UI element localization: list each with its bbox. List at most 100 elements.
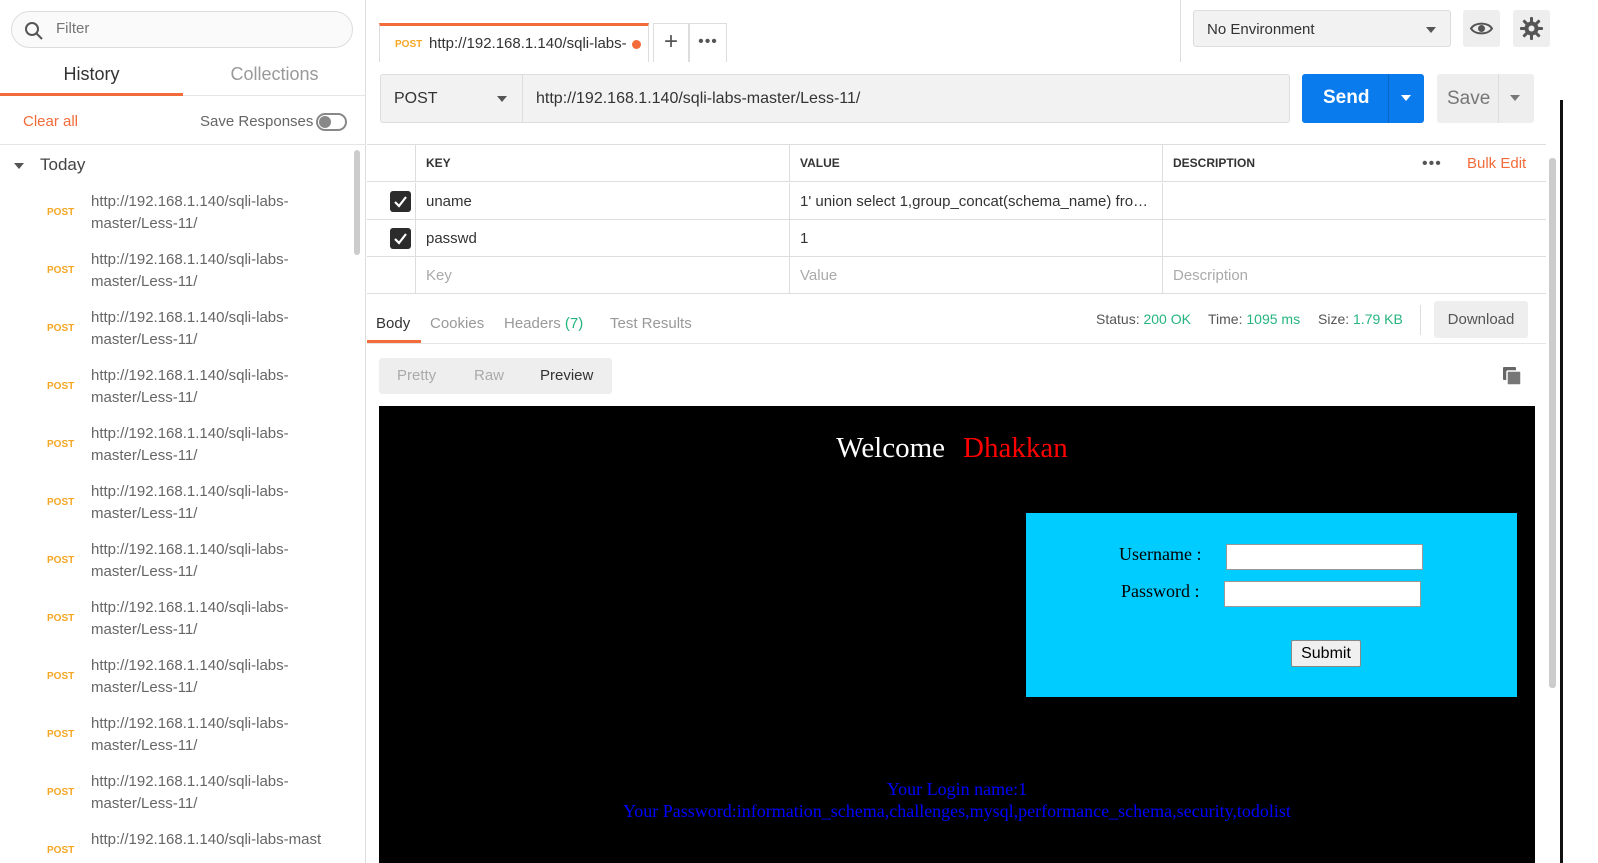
window-edge <box>1560 100 1563 863</box>
response-view-toggle: Pretty Raw Preview <box>379 358 612 394</box>
divider <box>1420 305 1421 335</box>
tab-collections[interactable]: Collections <box>183 64 366 85</box>
chevron-down-icon[interactable] <box>1401 95 1411 101</box>
row-checkbox[interactable] <box>390 191 411 212</box>
history-item[interactable]: POST http://192.168.1.140/sqli-labs-maste… <box>0 304 352 362</box>
save-label: Save <box>1447 88 1491 109</box>
status-info: Status: 200 OK <box>1096 311 1191 327</box>
history-url: http://192.168.1.140/sqli-labs-master/Le… <box>91 309 289 348</box>
param-description[interactable] <box>1162 220 1546 257</box>
history-item[interactable]: POST http://192.168.1.140/sqli-labs-maste… <box>0 188 352 246</box>
view-raw[interactable]: Raw <box>474 367 504 384</box>
param-description[interactable] <box>1162 183 1546 220</box>
filter-box[interactable] <box>11 11 353 48</box>
environment-quick-look-button[interactable] <box>1463 10 1500 47</box>
save-button[interactable]: Save <box>1437 74 1534 123</box>
new-tab-button[interactable]: + <box>653 23 689 62</box>
sidebar: History Collections Clear all Save Respo… <box>0 0 366 863</box>
more-icon[interactable]: ••• <box>1422 145 1442 182</box>
tab-test-results[interactable]: Test Results <box>610 315 692 332</box>
send-label: Send <box>1323 87 1370 108</box>
manage-environments-button[interactable] <box>1513 10 1550 47</box>
method-badge: POST <box>47 555 75 566</box>
size-label: Size: <box>1318 311 1350 327</box>
history-item[interactable]: POST http://192.168.1.140/sqli-labs-maste… <box>0 246 352 304</box>
password-field[interactable] <box>1224 581 1421 607</box>
password-label: Password : <box>1121 581 1200 601</box>
url-input[interactable]: http://192.168.1.140/sqli-labs-master/Le… <box>522 74 1290 123</box>
tab-method-badge: POST <box>395 39 423 50</box>
param-value[interactable]: 1 <box>789 220 1162 257</box>
row-checkbox[interactable] <box>390 228 411 249</box>
search-icon <box>25 22 43 40</box>
login-form: Username : Password : Submit <box>1026 513 1517 697</box>
history-item[interactable]: POST http://192.168.1.140/sqli-labs-maste… <box>0 594 352 652</box>
param-value[interactable]: 1' union select 1,group_concat(schema_na… <box>789 183 1162 220</box>
history-item[interactable]: POST http://192.168.1.140/sqli-labs-maste… <box>0 768 352 826</box>
description-placeholder[interactable]: Description <box>1162 257 1546 294</box>
view-preview[interactable]: Preview <box>540 367 593 384</box>
value-placeholder[interactable]: Value <box>789 257 1162 294</box>
method-badge: POST <box>47 729 75 740</box>
param-key[interactable]: passwd <box>415 220 789 257</box>
sidebar-scrollbar[interactable] <box>354 150 360 255</box>
method-badge: POST <box>47 323 75 334</box>
bulk-edit-button[interactable]: Bulk Edit <box>1467 145 1526 182</box>
history-item[interactable]: POST http://192.168.1.140/sqli-labs-mast <box>0 826 352 863</box>
download-button[interactable]: Download <box>1434 301 1528 338</box>
divider <box>1388 74 1389 123</box>
copy-icon[interactable] <box>1502 366 1522 386</box>
history-url: http://192.168.1.140/sqli-labs-master/Le… <box>91 541 289 580</box>
column-header-value: VALUE <box>789 145 1162 182</box>
eye-icon <box>1469 22 1494 35</box>
save-responses-toggle[interactable] <box>316 113 347 131</box>
tab-url: http://192.168.1.140/sqli-labs-master/Le… <box>429 35 627 52</box>
username-field[interactable] <box>1226 544 1423 570</box>
caret-down-icon <box>14 162 24 169</box>
history-url: http://192.168.1.140/sqli-labs-master/Le… <box>91 193 289 232</box>
view-pretty[interactable]: Pretty <box>397 367 436 384</box>
history-item[interactable]: POST http://192.168.1.140/sqli-labs-maste… <box>0 710 352 768</box>
tab-body[interactable]: Body <box>376 315 410 332</box>
time-value: 1095 ms <box>1246 311 1301 327</box>
active-tab-indicator <box>367 340 421 343</box>
method-select[interactable]: POST <box>380 74 522 123</box>
param-key[interactable]: uname <box>415 183 789 220</box>
chevron-down-icon[interactable] <box>1510 95 1520 101</box>
history-url: http://192.168.1.140/sqli-labs-mast <box>91 831 322 848</box>
environment-select[interactable]: No Environment <box>1193 10 1451 47</box>
history-item[interactable]: POST http://192.168.1.140/sqli-labs-maste… <box>0 420 352 478</box>
method-badge: POST <box>47 207 75 218</box>
tab-history[interactable]: History <box>0 64 183 85</box>
history-item[interactable]: POST http://192.168.1.140/sqli-labs-maste… <box>0 478 352 536</box>
plus-icon: + <box>663 28 678 55</box>
submit-button[interactable]: Submit <box>1291 640 1361 667</box>
table-header-row: KEY VALUE DESCRIPTION ••• Bulk Edit <box>367 145 1546 182</box>
welcome-text: Welcome <box>836 432 946 464</box>
tab-headers[interactable]: Headers (7) <box>504 315 583 332</box>
filter-input[interactable] <box>56 20 336 37</box>
chevron-down-icon <box>497 96 507 102</box>
status-label: Status: <box>1096 311 1140 327</box>
tab-cookies[interactable]: Cookies <box>430 315 484 332</box>
history-url: http://192.168.1.140/sqli-labs-master/Le… <box>91 251 289 290</box>
tab-options-button[interactable]: ••• <box>689 23 727 62</box>
history-list: POST http://192.168.1.140/sqli-labs-maste… <box>0 188 352 863</box>
history-item[interactable]: POST http://192.168.1.140/sqli-labs-maste… <box>0 652 352 710</box>
save-responses-label: Save Responses <box>200 113 314 130</box>
send-button[interactable]: Send <box>1302 74 1424 123</box>
divider <box>1498 74 1499 123</box>
key-placeholder[interactable]: Key <box>415 257 789 294</box>
divider <box>1180 0 1181 62</box>
tab-headers-label: Headers <box>504 315 561 332</box>
main-scrollbar[interactable] <box>1549 158 1556 688</box>
clear-all-button[interactable]: Clear all <box>23 113 78 130</box>
history-group-header[interactable]: Today <box>14 155 85 175</box>
unsaved-dot-icon <box>632 40 641 49</box>
method-badge: POST <box>47 671 75 682</box>
headers-count-badge: (7) <box>564 315 584 332</box>
history-item[interactable]: POST http://192.168.1.140/sqli-labs-maste… <box>0 536 352 594</box>
environment-value: No Environment <box>1207 21 1315 38</box>
request-tab[interactable]: POST http://192.168.1.140/sqli-labs-mast… <box>379 23 649 62</box>
history-item[interactable]: POST http://192.168.1.140/sqli-labs-maste… <box>0 362 352 420</box>
